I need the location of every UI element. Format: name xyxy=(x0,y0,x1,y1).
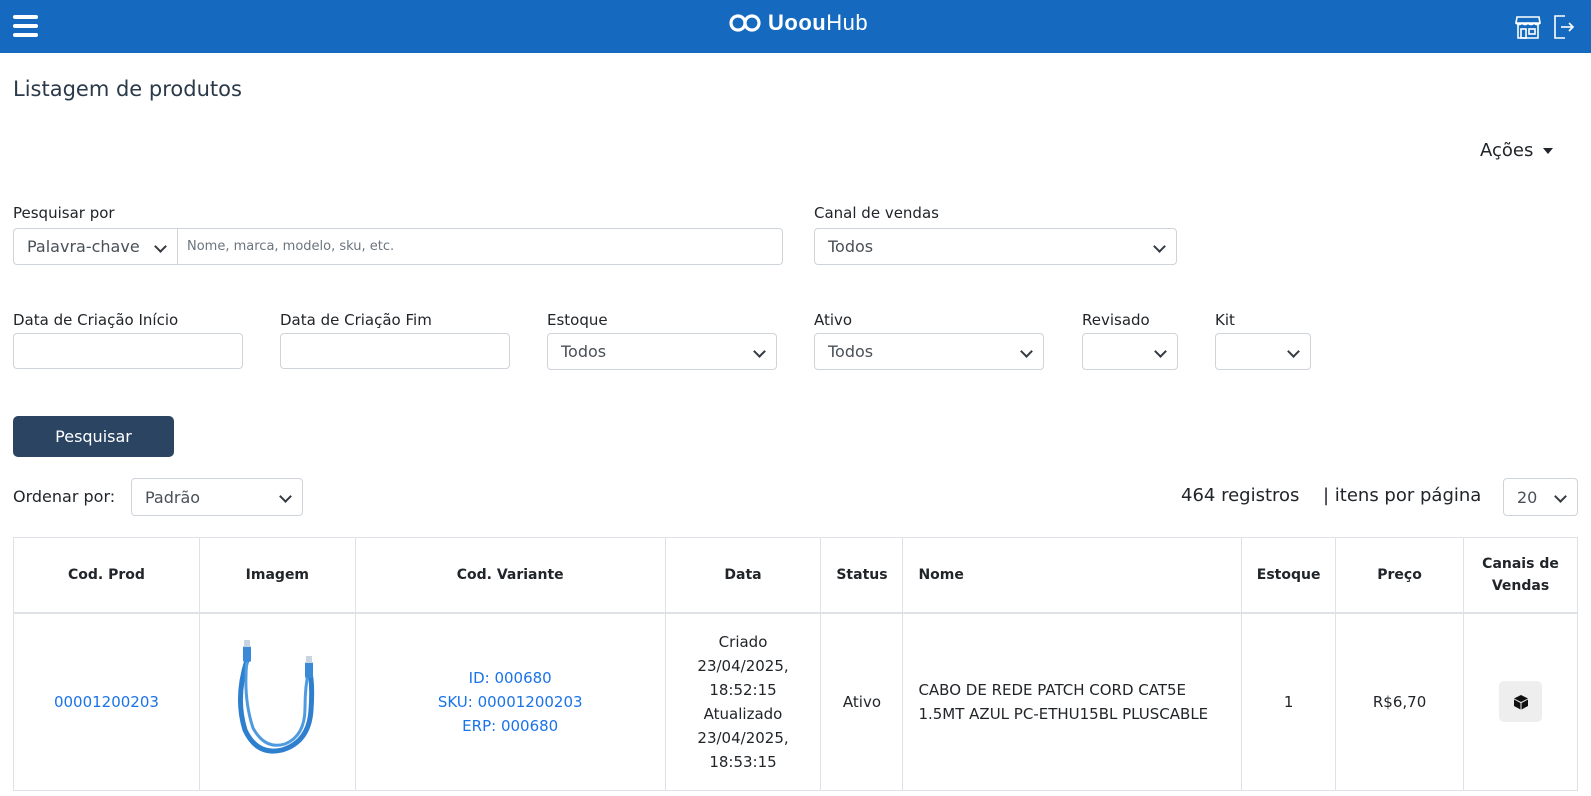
search-button[interactable]: Pesquisar xyxy=(13,416,174,457)
col-data[interactable]: Data xyxy=(664,537,822,614)
product-code-link[interactable]: 00001200203 xyxy=(54,693,159,711)
actions-label: Ações xyxy=(1480,140,1534,161)
col-nome[interactable]: Nome xyxy=(902,537,1243,614)
cell-image xyxy=(198,612,356,791)
sales-channel-button[interactable] xyxy=(1499,681,1542,723)
cell-price: R$6,70 xyxy=(1335,612,1465,791)
reviewed-label: Revisado xyxy=(1082,311,1150,329)
stock-select[interactable]: Todos xyxy=(547,333,777,370)
variant-erp-link[interactable]: ERP: 000680 xyxy=(356,714,665,738)
date-end-label: Data de Criação Fim xyxy=(280,311,432,329)
col-canais: Canais de Vendas xyxy=(1463,537,1578,614)
cell-date: Criado 23/04/2025, 18:52:15 Atualizado 2… xyxy=(664,612,822,791)
stock-value: Todos xyxy=(561,342,607,361)
channel-select[interactable]: Todos xyxy=(814,228,1177,265)
col-canais-line1: Canais de xyxy=(1482,555,1559,572)
search-input[interactable]: Nome, marca, modelo, sku, etc. xyxy=(177,228,783,265)
cell-status: Ativo xyxy=(820,612,904,791)
per-page-label: | itens por página xyxy=(1323,485,1482,506)
per-page-value: 20 xyxy=(1517,487,1538,507)
cell-stock: 1 xyxy=(1241,612,1337,791)
channel-value: Todos xyxy=(828,237,874,256)
variant-id-link[interactable]: ID: 000680 xyxy=(356,666,665,690)
top-navbar: Uoou Hub xyxy=(0,0,1591,53)
date-updated-label: Atualizado xyxy=(703,704,783,723)
col-imagem: Imagem xyxy=(198,537,356,614)
store-icon[interactable] xyxy=(1514,13,1542,41)
col-canais-line2: Vendas xyxy=(1491,577,1550,594)
search-by-label: Pesquisar por xyxy=(13,204,115,222)
table-header-row: Cod. Prod Imagem Cod. Variante Data Stat… xyxy=(13,537,1578,614)
products-table: Cod. Prod Imagem Cod. Variante Data Stat… xyxy=(13,537,1578,791)
channel-label: Canal de vendas xyxy=(814,204,939,222)
box-icon xyxy=(1513,694,1528,710)
logout-icon[interactable] xyxy=(1551,13,1579,41)
caret-down-icon xyxy=(1543,147,1554,154)
sort-value: Padrão xyxy=(145,487,201,507)
per-page-select[interactable]: 20 xyxy=(1503,478,1578,516)
date-start-label: Data de Criação Início xyxy=(13,311,179,329)
cell-channels xyxy=(1463,612,1578,791)
actions-dropdown[interactable]: Ações xyxy=(1480,140,1554,161)
app-logo: Uoou Hub xyxy=(728,9,868,37)
col-estoque[interactable]: Estoque xyxy=(1241,537,1337,614)
reviewed-select[interactable] xyxy=(1082,333,1178,370)
active-label: Ativo xyxy=(814,311,853,329)
cell-variant: ID: 000680 SKU: 00001200203 ERP: 000680 xyxy=(354,612,666,791)
search-placeholder: Nome, marca, modelo, sku, etc. xyxy=(187,239,395,254)
cell-cod-prod: 00001200203 xyxy=(13,612,200,791)
sort-select[interactable]: Padrão xyxy=(131,478,303,516)
date-updated-time: 18:53:15 xyxy=(709,752,777,771)
active-select[interactable]: Todos xyxy=(814,333,1044,370)
date-created-time: 18:52:15 xyxy=(709,680,777,699)
logo-mark-icon xyxy=(729,14,761,32)
col-status[interactable]: Status xyxy=(820,537,904,614)
col-cod-variante[interactable]: Cod. Variante xyxy=(354,537,666,614)
table-row: 00001200203 ID: 000680 SKU: 00001200203 … xyxy=(13,612,1578,791)
logo-text-light: Hub xyxy=(826,10,869,35)
date-created-label: Criado xyxy=(718,632,768,651)
product-image[interactable] xyxy=(227,638,327,758)
kit-label: Kit xyxy=(1215,311,1235,329)
date-updated-day: 23/04/2025, xyxy=(697,728,789,747)
sort-label: Ordenar por: xyxy=(13,487,116,506)
records-count: 464 registros xyxy=(1181,485,1300,506)
date-created-day: 23/04/2025, xyxy=(697,656,789,675)
page-title: Listagem de produtos xyxy=(13,77,242,101)
variant-sku-link[interactable]: SKU: 00001200203 xyxy=(356,690,665,714)
date-start-input[interactable] xyxy=(13,333,243,369)
cell-name: CABO DE REDE PATCH CORD CAT5E 1.5MT AZUL… xyxy=(902,612,1243,791)
date-end-input[interactable] xyxy=(280,333,510,369)
menu-icon[interactable] xyxy=(13,15,38,38)
col-preco[interactable]: Preço xyxy=(1335,537,1465,614)
stock-label: Estoque xyxy=(547,311,608,329)
active-value: Todos xyxy=(828,342,874,361)
search-by-value: Palavra-chave xyxy=(27,237,140,256)
search-by-select[interactable]: Palavra-chave xyxy=(13,228,178,265)
logo-text-bold: Uoou xyxy=(768,10,827,35)
col-cod-prod[interactable]: Cod. Prod xyxy=(13,537,200,614)
kit-select[interactable] xyxy=(1215,333,1311,370)
